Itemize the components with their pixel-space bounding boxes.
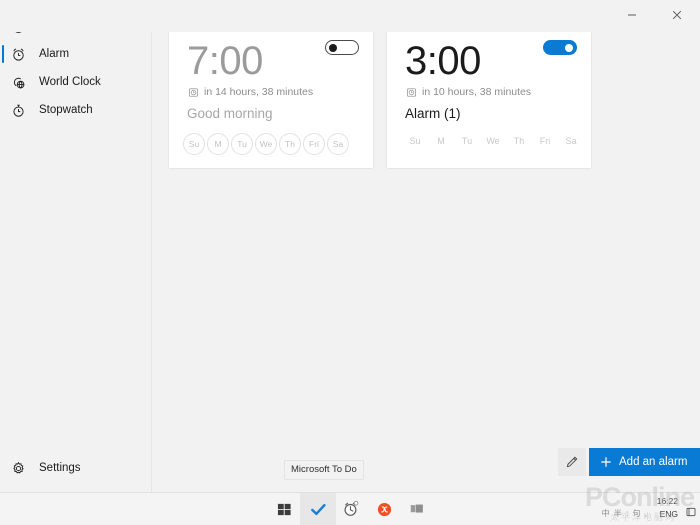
title-bar <box>0 0 700 32</box>
alarm-time: 7:00 <box>187 39 263 83</box>
toggle-knob <box>565 44 573 52</box>
day-chip[interactable]: Sa <box>327 133 349 155</box>
taskbar-microsoft-todo[interactable] <box>300 493 336 525</box>
ime-status[interactable]: 中 半 : 句 , <box>602 508 648 519</box>
alarm-remaining: in 14 hours, 38 minutes <box>188 86 313 98</box>
taskbar-tooltip: Microsoft To Do <box>284 460 364 480</box>
alarm-toggle[interactable] <box>543 40 577 55</box>
alarm-clock-icon <box>342 500 360 518</box>
day-chip[interactable]: Fri <box>303 133 325 155</box>
orange-circle-icon <box>377 502 392 517</box>
sidebar-item-label: Settings <box>39 462 81 474</box>
day-chip[interactable]: We <box>255 133 277 155</box>
day-chip[interactable]: Su <box>183 133 205 155</box>
alarm-time: 3:00 <box>405 39 481 83</box>
day-chip[interactable]: Su <box>403 136 427 146</box>
alarm-remaining-text: in 10 hours, 38 minutes <box>422 86 532 98</box>
task-view-icon <box>409 501 425 517</box>
alarm-content-area: 7:00 in 14 hours, 38 minutes Good mornin… <box>153 0 700 492</box>
day-chip[interactable]: M <box>429 136 453 146</box>
sidebar-item-label: Stopwatch <box>39 104 93 116</box>
start-button[interactable] <box>266 493 302 525</box>
alarms-and-clock-window: Alarms & Clock Timer <box>0 0 700 492</box>
day-chip[interactable]: Th <box>279 133 301 155</box>
sidebar-item-settings[interactable]: Settings <box>0 454 152 482</box>
alarm-name: Good morning <box>187 106 273 121</box>
add-alarm-button[interactable]: Add an alarm <box>589 448 700 476</box>
alarm-toggle[interactable] <box>325 40 359 55</box>
day-chip[interactable]: Th <box>507 136 531 146</box>
check-mark-icon <box>310 501 327 518</box>
alarm-card[interactable]: 3:00 in 10 hours, 38 minutes Alarm (1) S… <box>387 28 591 168</box>
sidebar-item-label: World Clock <box>39 76 101 88</box>
alarm-remaining: in 10 hours, 38 minutes <box>406 86 531 98</box>
toggle-knob <box>329 44 337 52</box>
day-chip[interactable]: Sa <box>559 136 583 146</box>
alarm-clock-icon <box>8 44 28 64</box>
alarm-name: Alarm (1) <box>405 106 461 121</box>
day-chip[interactable]: Tu <box>231 133 253 155</box>
stopwatch-icon <box>8 100 28 120</box>
globe-icon <box>8 72 28 92</box>
minimize-button[interactable] <box>609 0 654 30</box>
tray-clock[interactable]: 16:22 <box>657 496 678 507</box>
alarm-days: Su M Tu We Th Fri Sa <box>403 136 585 146</box>
small-alarm-clock-icon <box>406 87 417 98</box>
alarm-days: Su M Tu We Th Fri Sa <box>183 133 351 155</box>
day-chip[interactable]: Tu <box>455 136 479 146</box>
small-alarm-clock-icon <box>188 87 199 98</box>
navigation-sidebar: Alarms & Clock Timer <box>0 0 152 492</box>
notification-center-icon[interactable] <box>686 507 696 517</box>
sidebar-item-stopwatch[interactable]: Stopwatch <box>0 96 152 124</box>
taskbar-alarms-clock[interactable] <box>333 493 369 525</box>
add-alarm-label: Add an alarm <box>619 456 688 468</box>
day-chip[interactable]: We <box>481 136 505 146</box>
alarm-remaining-text: in 14 hours, 38 minutes <box>204 86 314 98</box>
windows-logo-icon <box>277 502 292 517</box>
alarm-card[interactable]: 7:00 in 14 hours, 38 minutes Good mornin… <box>169 28 373 168</box>
day-chip[interactable]: M <box>207 133 229 155</box>
gear-icon <box>8 458 28 478</box>
plus-icon <box>599 456 612 469</box>
sidebar-item-world-clock[interactable]: World Clock <box>0 68 152 96</box>
sidebar-item-alarm[interactable]: Alarm <box>0 40 152 68</box>
close-button[interactable] <box>654 0 699 30</box>
edit-alarms-button[interactable] <box>558 448 586 476</box>
windows-taskbar: 中 半 : 句 , 16:22 ENG <box>0 492 700 525</box>
tray-language-indicator[interactable]: ENG <box>660 509 678 520</box>
taskbar-app-orange[interactable] <box>366 493 402 525</box>
sidebar-item-label: Alarm <box>39 48 70 60</box>
day-chip[interactable]: Fri <box>533 136 557 146</box>
task-view-button[interactable] <box>399 493 435 525</box>
